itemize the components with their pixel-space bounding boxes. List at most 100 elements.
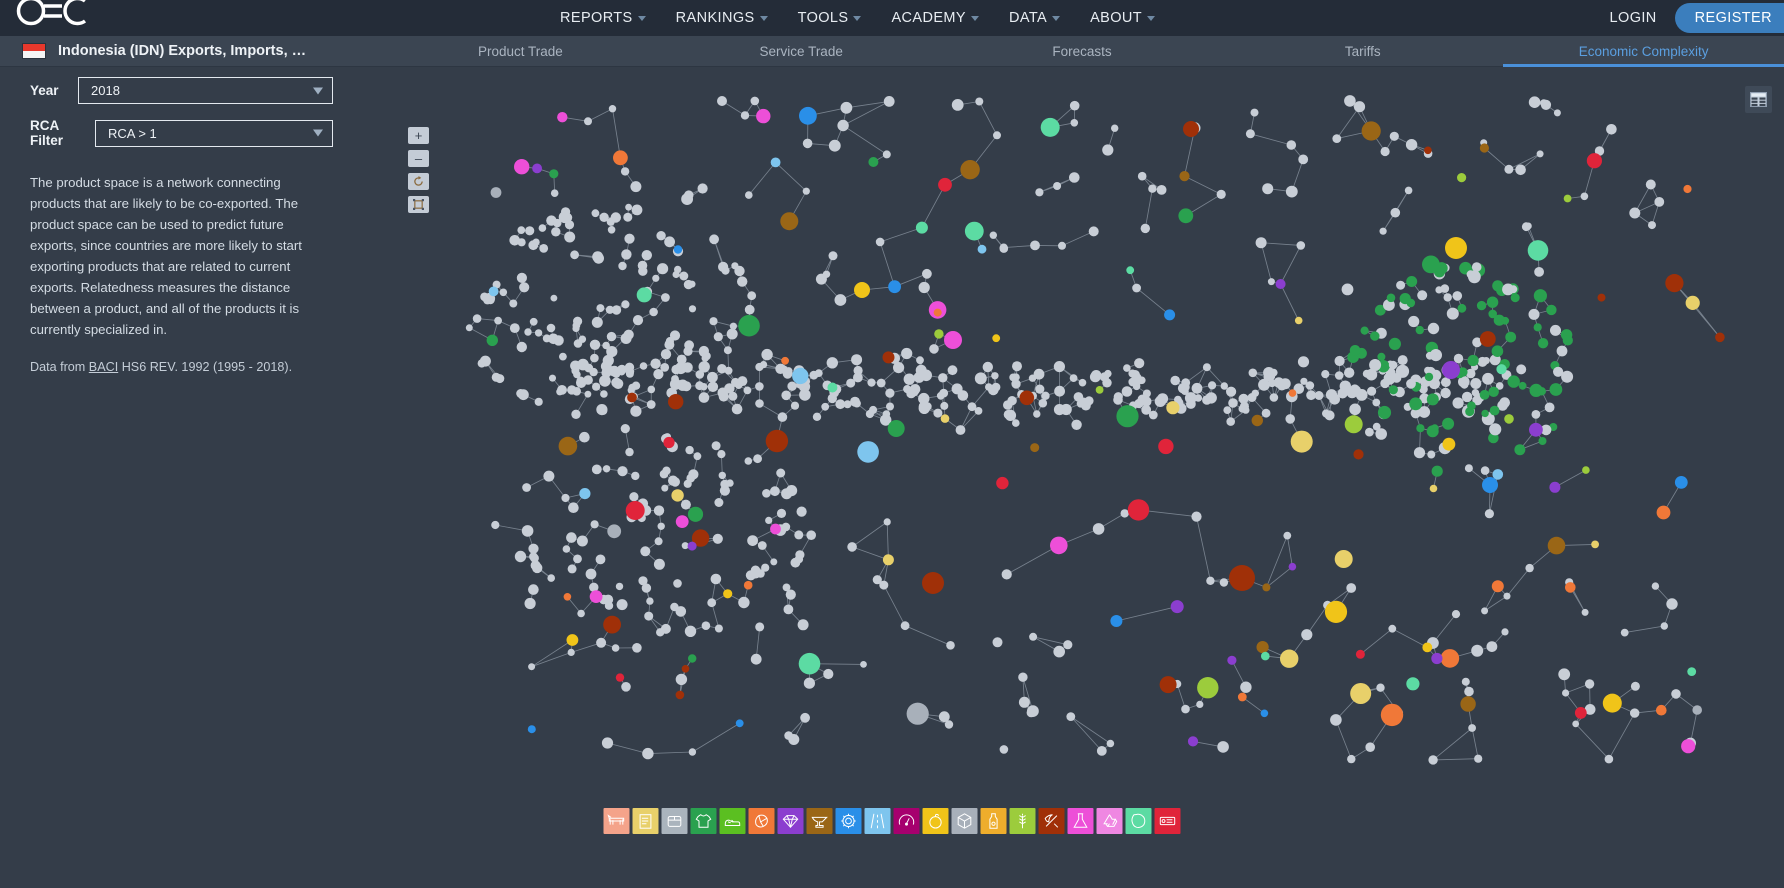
product-node[interactable] [743,580,753,590]
product-node[interactable] [1365,427,1374,437]
product-node[interactable] [850,396,860,407]
product-node[interactable] [1349,345,1361,356]
product-node[interactable] [1480,466,1490,475]
product-node[interactable] [750,96,760,106]
product-node[interactable] [657,263,669,275]
product-node[interactable] [770,157,781,168]
product-node[interactable] [578,335,587,343]
product-node[interactable] [940,414,950,423]
product-node[interactable] [1464,464,1473,473]
product-node[interactable] [1489,405,1500,416]
product-node[interactable] [1476,300,1487,311]
legend-transportation[interactable] [864,808,891,834]
product-node[interactable] [688,654,697,663]
product-node[interactable] [1262,183,1274,195]
product-node[interactable] [1404,186,1413,195]
product-node[interactable] [707,371,718,383]
product-node[interactable] [837,119,849,132]
product-node[interactable] [664,236,675,248]
product-node[interactable] [589,339,601,350]
product-node[interactable] [1549,481,1561,493]
product-node[interactable] [548,333,559,345]
product-node[interactable] [888,280,901,294]
product-node[interactable] [517,238,526,247]
product-node[interactable] [1324,600,1348,624]
product-node[interactable] [1261,651,1270,661]
product-node[interactable] [495,374,505,384]
product-node[interactable] [1228,398,1238,408]
product-node[interactable] [1580,192,1589,201]
product-node[interactable] [1269,393,1279,402]
product-node[interactable] [509,323,520,333]
product-node[interactable] [549,169,559,179]
product-node[interactable] [570,360,581,372]
product-node[interactable] [479,355,491,367]
legend-animal-products[interactable] [603,808,630,834]
product-node[interactable] [1158,438,1174,455]
product-node[interactable] [1170,600,1184,614]
product-node[interactable] [701,354,709,362]
product-node[interactable] [1464,686,1474,697]
product-node[interactable] [707,381,719,392]
product-node[interactable] [653,558,665,570]
product-node[interactable] [522,483,531,492]
product-node[interactable] [922,572,944,594]
product-node[interactable] [488,286,499,297]
product-node[interactable] [1440,387,1451,399]
product-node[interactable] [1104,369,1112,378]
product-node[interactable] [572,324,580,333]
product-node[interactable] [947,365,958,376]
legend-foodstuffs[interactable] [951,808,978,834]
product-node[interactable] [922,268,932,279]
product-node[interactable] [798,652,821,675]
product-node[interactable] [561,493,570,503]
product-node[interactable] [756,108,771,124]
product-node[interactable] [784,731,793,740]
product-node[interactable] [1457,173,1467,183]
product-node[interactable] [1079,397,1088,407]
product-node[interactable] [1007,396,1017,406]
product-node[interactable] [626,367,635,376]
product-node[interactable] [876,378,886,388]
product-node[interactable] [901,347,913,360]
product-node[interactable] [577,609,585,618]
product-node[interactable] [781,390,791,401]
product-node[interactable] [1529,422,1543,437]
product-node[interactable] [1102,144,1114,156]
product-node[interactable] [1484,509,1494,519]
product-node[interactable] [992,637,1003,648]
product-node[interactable] [734,381,743,390]
product-node[interactable] [1148,410,1158,420]
product-node[interactable] [711,441,721,451]
product-node[interactable] [1470,378,1482,389]
product-node[interactable] [717,96,727,106]
product-node[interactable] [688,305,697,313]
product-node[interactable] [1479,143,1489,153]
product-node[interactable] [1166,401,1180,415]
product-node[interactable] [940,401,949,410]
product-node[interactable] [630,181,642,193]
product-node[interactable] [558,436,578,456]
product-node[interactable] [1362,369,1371,378]
product-node[interactable] [847,542,857,552]
product-node[interactable] [1240,681,1252,693]
product-node[interactable] [795,550,805,560]
product-node[interactable] [1377,352,1386,361]
product-node[interactable] [1489,423,1502,436]
product-node[interactable] [599,375,611,387]
product-node[interactable] [1283,531,1292,540]
product-node[interactable] [1030,240,1040,251]
product-node[interactable] [1164,309,1176,321]
product-node[interactable] [915,221,928,234]
product-node[interactable] [1422,642,1433,653]
product-node[interactable] [566,634,579,646]
product-node[interactable] [1367,386,1377,396]
product-node[interactable] [835,399,846,410]
product-node[interactable] [592,382,601,391]
product-node[interactable] [600,390,608,398]
product-node[interactable] [1226,386,1237,397]
product-node[interactable] [514,550,527,563]
product-node[interactable] [663,436,675,449]
product-node[interactable] [584,363,594,373]
product-node[interactable] [1088,226,1099,237]
